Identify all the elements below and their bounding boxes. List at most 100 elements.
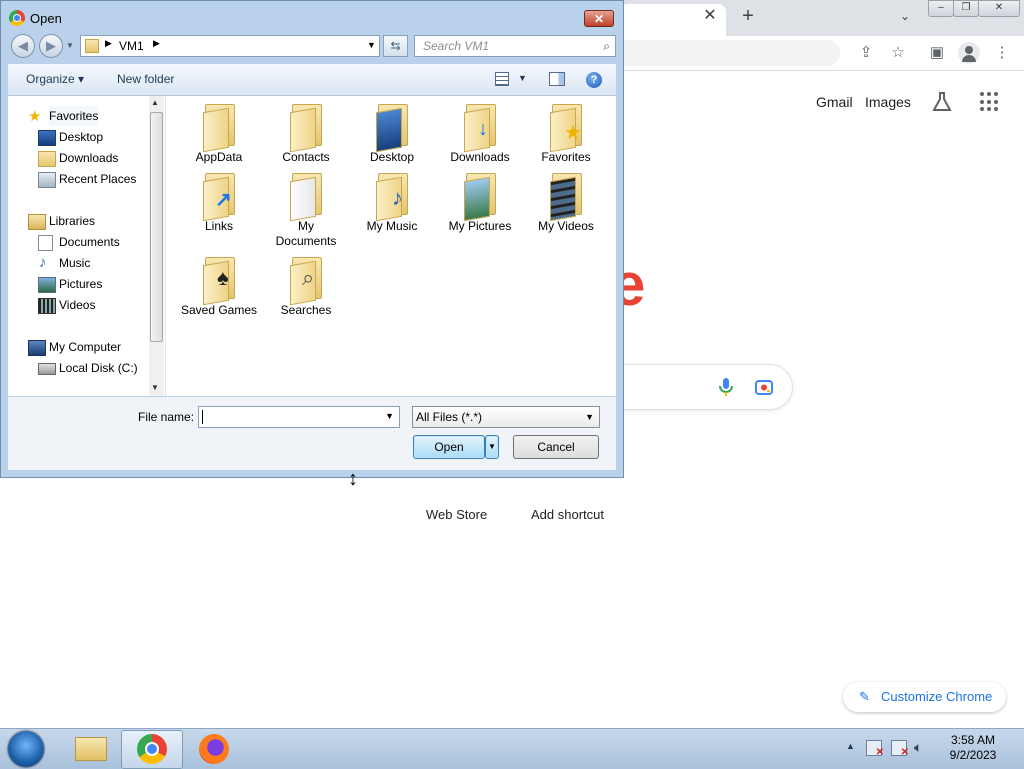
taskbar-explorer-button[interactable] [60,730,122,769]
folder-name: Contacts [282,150,330,164]
images-link[interactable]: Images [865,94,911,110]
breadcrumb-separator-icon: ▶ [105,38,112,48]
search-placeholder: Search VM1 [423,39,490,53]
nav-scrollbar-thumb[interactable] [150,112,163,342]
bookmark-star-icon[interactable]: ☆ [887,42,909,64]
file-name-label: File name: [138,410,195,424]
taskbar-chrome-button[interactable] [121,730,183,769]
mic-icon[interactable] [718,377,734,397]
new-tab-plus-icon[interactable]: + [737,5,759,27]
documents-folder-icon [286,173,326,222]
customize-chrome-label: Customize Chrome [881,689,993,704]
folder-item[interactable]: Desktop [353,104,431,165]
help-icon[interactable]: ? [586,72,602,88]
volume-muted-icon[interactable]: 🔈︎ [914,739,922,756]
folder-item[interactable]: My Documents [267,173,345,249]
tray-expand-chevron-up-icon[interactable]: ▲ [846,741,855,751]
file-name-dropdown-chevron-down-icon[interactable]: ▼ [385,411,394,421]
nav-videos[interactable]: Videos [59,295,95,315]
file-type-select[interactable]: All Files (*.*) ▼ [412,406,600,428]
explorer-folder-icon [75,737,107,761]
breadcrumb-address-bar[interactable]: ▶ VM1 ▶ ▼ [80,35,380,57]
refresh-icon[interactable]: ⇆ [383,35,408,57]
side-panel-icon[interactable]: ▣ [926,42,948,64]
lens-camera-icon[interactable] [754,378,774,396]
preview-pane-icon[interactable] [549,72,565,86]
tab-search-chevron-down-icon[interactable]: ⌄ [895,6,915,26]
nav-libraries[interactable]: Libraries [49,211,95,231]
open-split-chevron-down-icon[interactable]: ▼ [485,435,499,459]
libraries-icon [28,214,46,230]
action-center-flag-icon[interactable]: ✕ [866,740,884,758]
folder-item[interactable]: My Videos [527,173,605,234]
folder-item[interactable]: ★ Favorites [527,104,605,165]
tab-close-icon[interactable]: ✕ [700,6,720,26]
folder-item[interactable]: ⌕ Searches [267,257,345,318]
more-vert-icon[interactable]: ⋮ [991,42,1013,64]
dialog-close-button[interactable]: ✕ [584,10,614,27]
folder-name: Links [204,219,233,233]
address-dropdown-chevron-down-icon[interactable]: ▼ [367,40,376,50]
file-name-input[interactable]: ▼ [198,406,400,428]
window-minimize-button[interactable]: – [928,0,954,17]
nav-pictures[interactable]: Pictures [59,274,102,294]
nav-documents[interactable]: Documents [59,232,120,252]
folder-item[interactable]: AppData [180,104,258,165]
window-restore-button[interactable]: ❐ [953,0,979,17]
folder-item[interactable]: ↗ Links [180,173,258,234]
scroll-down-arrow-icon[interactable]: ▼ [151,383,159,392]
dialog-title: Open [30,11,62,26]
profile-avatar-icon[interactable] [958,42,980,64]
nav-music[interactable]: Music [59,253,90,273]
cancel-button[interactable]: Cancel [513,435,599,459]
breadcrumb-vm1[interactable]: VM1 [119,39,144,53]
change-view-icon[interactable] [495,72,509,86]
folder-name: AppData [195,150,243,164]
address-bar[interactable] [620,40,840,66]
window-close-button[interactable]: ✕ [978,0,1020,17]
downloads-folder-icon: ↓ [460,104,500,153]
nav-favorites[interactable]: Favorites [49,106,99,126]
labs-flask-icon[interactable] [931,91,953,113]
nav-local-disk-c[interactable]: Local Disk (C:) [59,358,138,378]
history-chevron-down-icon[interactable]: ▼ [66,41,74,50]
nav-recent-places[interactable]: Recent Places [59,169,136,189]
new-folder-button[interactable]: New folder [117,72,174,86]
folder-item[interactable]: ♠ Saved Games [180,257,258,318]
folder-item[interactable]: ♪ My Music [353,173,431,234]
breadcrumb-separator-icon[interactable]: ▶ [153,38,160,49]
folder-item[interactable]: Contacts [267,104,345,165]
folder-name: My Pictures [448,219,512,233]
favorites-folder-icon: ★ [546,104,586,153]
file-type-value: All Files (*.*) [416,410,483,424]
nav-desktop[interactable]: Desktop [59,127,103,147]
forward-arrow-icon[interactable]: ▶ [39,34,63,58]
folder-name: My Music [366,219,418,233]
chrome-logo-icon [137,734,167,764]
folder-name: My Videos [538,219,594,233]
share-icon[interactable]: ⇪ [855,42,877,64]
dialog-search-input[interactable]: Search VM1 ⌕ [414,35,616,57]
nav-downloads[interactable]: Downloads [59,148,118,168]
shortcut-add-shortcut[interactable]: Add shortcut [531,507,604,522]
documents-icon [38,235,53,251]
start-windows-orb-icon[interactable] [8,731,44,767]
apps-grid-icon[interactable] [980,92,1000,112]
back-arrow-icon[interactable]: ◀ [11,34,35,58]
pictures-icon [38,277,56,293]
shortcut-web-store[interactable]: Web Store [426,507,487,522]
organize-button[interactable]: Organize ▾ [26,72,84,86]
folder-item[interactable]: ↓ Downloads [441,104,519,165]
taskbar-firefox-button[interactable] [183,730,245,769]
tray-clock[interactable]: 3:58 AM 9/2/2023 [940,733,1006,763]
open-button[interactable]: Open [413,435,485,459]
gmail-link[interactable]: Gmail [816,94,853,110]
view-options-chevron-down-icon[interactable]: ▼ [518,73,527,83]
nav-my-computer[interactable]: My Computer [49,337,121,357]
search-icon[interactable]: ⌕ [603,36,610,56]
scroll-up-arrow-icon[interactable]: ▲ [151,98,159,107]
customize-chrome-button[interactable]: ✎ Customize Chrome [843,682,1006,712]
network-icon[interactable]: ✕ [891,740,909,758]
folder-item[interactable]: My Pictures [441,173,519,234]
clock-time: 3:58 AM [950,733,996,747]
